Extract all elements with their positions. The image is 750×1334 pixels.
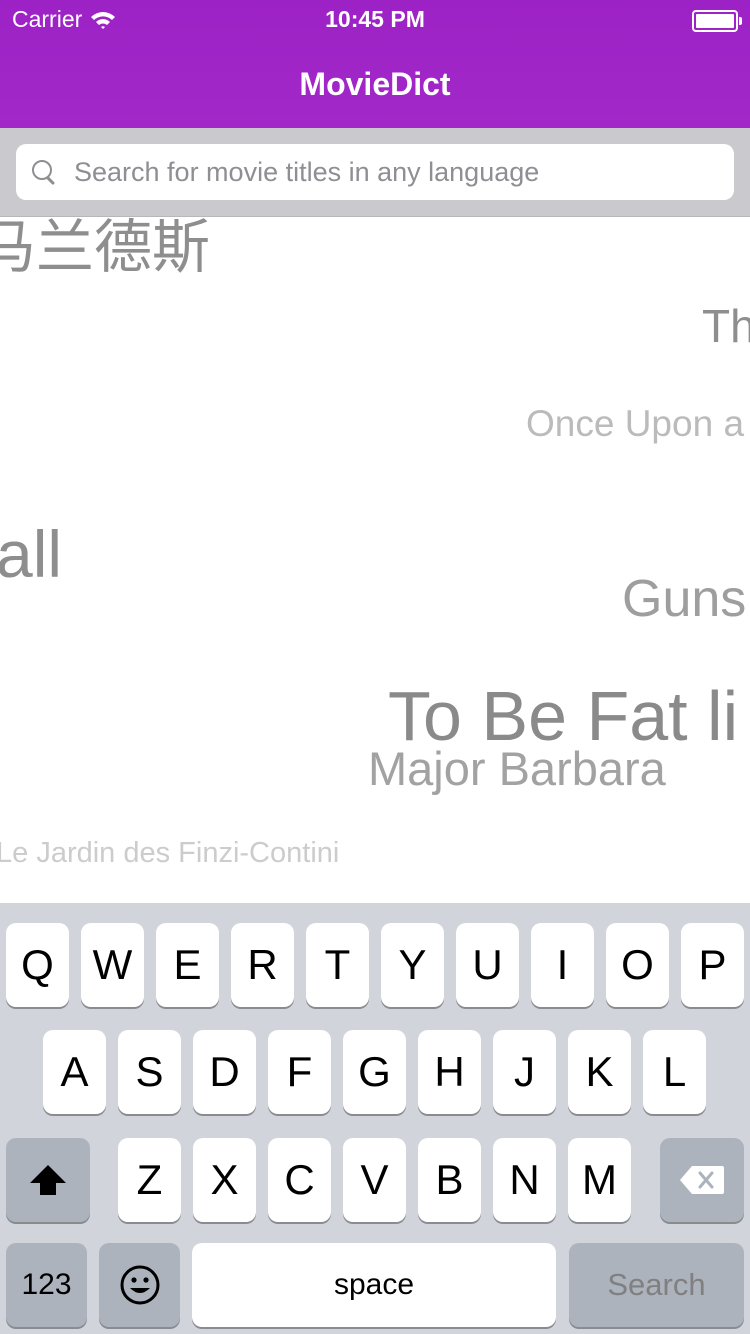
search-input[interactable] [72, 155, 696, 189]
search-bar [0, 128, 750, 217]
title-word[interactable]: 马兰德斯 [0, 219, 210, 277]
key-label: W [92, 941, 133, 988]
numbers-key[interactable]: 123 [6, 1243, 87, 1327]
key-label: R [247, 941, 278, 988]
key-n[interactable]: N [493, 1138, 556, 1222]
key-label: A [60, 1048, 89, 1095]
key-label: D [209, 1048, 240, 1095]
title-word[interactable]: all [0, 521, 62, 587]
key-label: G [358, 1048, 391, 1095]
search-field[interactable] [16, 144, 734, 200]
shift-key[interactable] [6, 1138, 90, 1222]
key-r[interactable]: R [231, 923, 294, 1007]
key-label: O [621, 941, 654, 988]
key-v[interactable]: V [343, 1138, 406, 1222]
key-label: H [434, 1048, 465, 1095]
key-w[interactable]: W [81, 923, 144, 1007]
key-q[interactable]: Q [6, 923, 69, 1007]
top-bar: Carrier 10:45 PM MovieDict [0, 0, 750, 128]
key-s[interactable]: S [118, 1030, 181, 1114]
key-label: E [173, 941, 202, 988]
key-label: S [135, 1048, 164, 1095]
title-cloud: 马兰德斯 Th Once Upon a all Guns To Be Fat l… [0, 217, 750, 903]
title-word[interactable]: Le Jardin des Finzi-Contini [0, 839, 339, 868]
key-x[interactable]: X [193, 1138, 256, 1222]
key-f[interactable]: F [268, 1030, 331, 1114]
key-label: L [662, 1048, 687, 1095]
title-word[interactable]: Guns [622, 573, 746, 625]
key-b[interactable]: B [418, 1138, 481, 1222]
key-z[interactable]: Z [118, 1138, 181, 1222]
title-word[interactable]: Major Barbara [368, 745, 666, 792]
emoji-icon [119, 1264, 161, 1306]
key-label: M [582, 1156, 617, 1203]
key-label: X [210, 1156, 239, 1203]
key-label: Q [21, 941, 54, 988]
delete-icon [678, 1164, 726, 1196]
numbers-key-label: 123 [21, 1268, 72, 1301]
key-label: N [509, 1156, 540, 1203]
key-label: Z [136, 1156, 163, 1203]
key-j[interactable]: J [493, 1030, 556, 1114]
search-key[interactable]: Search [569, 1243, 744, 1327]
status-time: 10:45 PM [325, 6, 425, 32]
key-p[interactable]: P [681, 923, 744, 1007]
key-label: Y [398, 941, 427, 988]
key-label: P [698, 941, 727, 988]
page-title: MovieDict [299, 66, 451, 102]
key-k[interactable]: K [568, 1030, 631, 1114]
title-word[interactable]: Once Upon a [526, 405, 744, 442]
key-label: I [556, 941, 569, 988]
key-g[interactable]: G [343, 1030, 406, 1114]
key-h[interactable]: H [418, 1030, 481, 1114]
key-label: T [324, 941, 351, 988]
key-label: C [284, 1156, 315, 1203]
key-o[interactable]: O [606, 923, 669, 1007]
shift-icon [28, 1163, 68, 1197]
space-key-label: space [333, 1268, 415, 1301]
title-word[interactable]: Th [702, 303, 750, 349]
key-label: V [360, 1156, 389, 1203]
battery-icon [692, 10, 742, 32]
key-a[interactable]: A [43, 1030, 106, 1114]
key-label: K [585, 1048, 614, 1095]
key-label: U [472, 941, 503, 988]
key-m[interactable]: M [568, 1138, 631, 1222]
keyboard: QWERTYU I OP ASDFGH J K L ZXCVBNM 123 space S… [0, 903, 750, 1334]
key-l[interactable]: L [643, 1030, 706, 1114]
title-word[interactable]: To Be Fat li [388, 681, 738, 751]
key-e[interactable]: E [156, 923, 219, 1007]
delete-key[interactable] [660, 1138, 744, 1222]
key-y[interactable]: Y [381, 923, 444, 1007]
space-key[interactable]: space [192, 1243, 556, 1327]
key-i[interactable]: I [531, 923, 594, 1007]
key-d[interactable]: D [193, 1030, 256, 1114]
search-key-label: Search [607, 1267, 706, 1302]
key-t[interactable]: T [306, 923, 369, 1007]
search-icon [32, 160, 56, 186]
key-c[interactable]: C [268, 1138, 331, 1222]
emoji-key[interactable] [99, 1243, 180, 1327]
key-label: F [286, 1048, 313, 1095]
key-label: J [514, 1048, 535, 1095]
key-label: B [435, 1156, 464, 1203]
key-u[interactable]: U [456, 923, 519, 1007]
